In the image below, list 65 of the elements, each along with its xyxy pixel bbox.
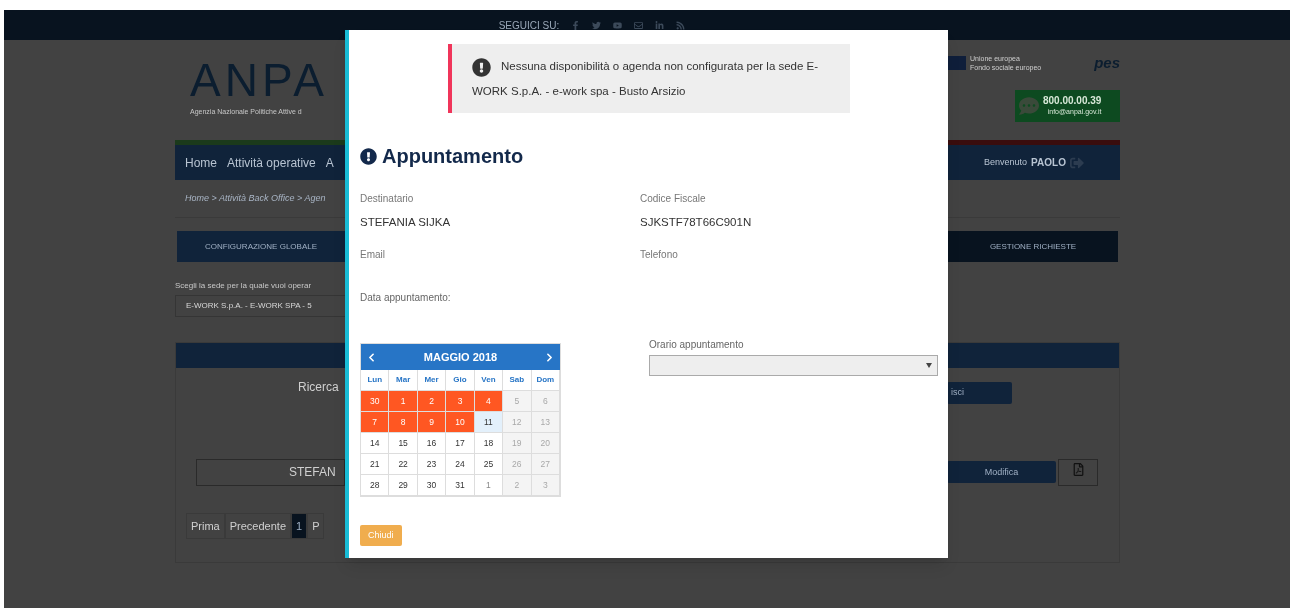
envelope-icon[interactable] <box>634 20 644 30</box>
tab[interactable]: GESTIONE RICHIESTE <box>948 231 1118 262</box>
pdf-icon <box>1072 462 1084 476</box>
dropdown-caret-icon <box>926 363 932 368</box>
field-value: SJKSTF78T66C901N <box>640 215 753 230</box>
alert-icon <box>360 147 377 165</box>
logout-icon[interactable] <box>1069 155 1084 170</box>
field-value: STEFANIA SIJKA <box>360 215 452 230</box>
nav-link[interactable]: Attività operative <box>227 153 316 172</box>
pdf-button[interactable] <box>1058 458 1098 486</box>
result-cell: STEFAN <box>196 458 345 486</box>
youtube-icon[interactable] <box>613 20 623 30</box>
calendar-day[interactable]: 29 <box>389 475 418 496</box>
logo-text: ANPA <box>190 55 329 105</box>
chat-icon <box>1019 95 1039 116</box>
edit-button[interactable]: Modifica <box>947 461 1056 484</box>
calendar-day[interactable]: 17 <box>446 433 475 454</box>
date-label: Data appuntamento: <box>360 291 452 305</box>
modal-title: Appuntamento <box>382 144 524 169</box>
calendar-day[interactable]: 31 <box>446 475 475 496</box>
calendar-day[interactable]: 16 <box>417 433 447 454</box>
eu-flag-icon <box>948 56 966 71</box>
pagination-link[interactable]: Prima <box>186 512 225 539</box>
time-label: Orario appuntamento <box>649 338 745 352</box>
calendar-month: MAGGIO 2018 <box>423 349 498 365</box>
pagination-link[interactable]: Precedente <box>224 512 291 539</box>
rss-icon[interactable] <box>676 20 686 30</box>
breadcrumb: Home > Attività Back Office > Agen <box>185 191 326 205</box>
field-label: Telefono <box>640 248 679 262</box>
calendar-day[interactable]: 21 <box>361 454 390 475</box>
calendar-day[interactable]: 14 <box>361 433 390 454</box>
calendar-day[interactable]: 11 <box>474 412 504 433</box>
alert-message: WORK S.p.A. - e-work spa - Busto Arsizio <box>472 84 687 99</box>
calendar-day[interactable]: 23 <box>417 454 447 475</box>
linkedin-icon[interactable] <box>655 20 665 30</box>
time-select[interactable] <box>649 355 938 376</box>
follow-label: SEGUICI SU: <box>498 18 560 33</box>
calendar-day[interactable]: 22 <box>389 454 418 475</box>
pes-logo: pes <box>1094 53 1120 73</box>
tab[interactable]: CONFIGURAZIONE GLOBALE <box>177 231 345 262</box>
twitter-icon[interactable] <box>592 20 602 30</box>
sede-select[interactable]: E-WORK S.p.A. - E-WORK SPA - 5 <box>175 295 347 317</box>
sede-label: Scegli la sede per la quale vuoi operar <box>175 280 313 292</box>
facebook-icon[interactable] <box>571 20 581 30</box>
nav-link[interactable]: Home <box>185 153 217 172</box>
search-label: Ricerca <box>298 379 339 396</box>
nav-link[interactable]: A <box>325 153 334 172</box>
phone-number: 800.00.00.39 <box>1043 95 1102 107</box>
warning-icon <box>472 57 491 77</box>
calendar-day[interactable]: 24 <box>446 454 475 475</box>
calendar-day[interactable]: 25 <box>474 454 504 475</box>
calendar-day[interactable]: 15 <box>389 433 418 454</box>
pagination-link[interactable]: P <box>307 512 325 539</box>
field-label: Destinatario <box>360 192 415 206</box>
welcome-text: Benvenuto <box>984 155 1028 169</box>
field-label: Email <box>360 248 386 262</box>
search-button[interactable]: isci <box>947 381 1012 404</box>
field-label: Codice Fiscale <box>640 192 707 206</box>
pagination-link[interactable]: 1 <box>291 512 308 539</box>
calendar-day[interactable]: 18 <box>474 433 504 454</box>
alert-message: Nessuna disponibilità o agenda non configurata per la sede E- <box>501 59 819 75</box>
calendar-day[interactable]: 30 <box>417 475 447 496</box>
calendar-day[interactable]: 28 <box>361 475 390 496</box>
calendar-day[interactable]: 1 <box>474 475 504 496</box>
user-name: PAOLO <box>1031 156 1066 170</box>
